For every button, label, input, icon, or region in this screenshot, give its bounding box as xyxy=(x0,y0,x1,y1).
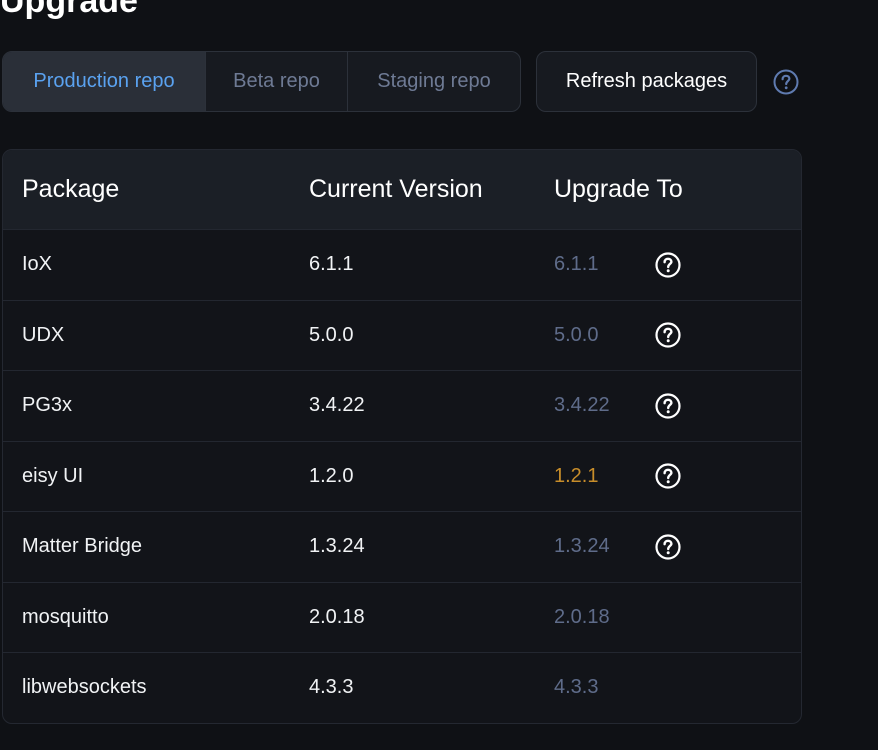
question-circle-icon[interactable] xyxy=(654,533,682,561)
package-name: UDX xyxy=(22,323,65,346)
upgrade-version: 2.0.18 xyxy=(554,605,610,628)
header-package: Package xyxy=(22,175,120,203)
upgrade-version: 3.4.22 xyxy=(554,394,610,417)
package-name: mosquitto xyxy=(22,605,109,628)
table-row: IoX 6.1.1 6.1.1 xyxy=(3,229,801,300)
upgrade-page: Upgrade Production repo Beta repo Stagin… xyxy=(0,0,878,750)
tab-beta-repo[interactable]: Beta repo xyxy=(206,52,348,111)
package-name: eisy UI xyxy=(22,464,84,487)
table-row: mosquitto 2.0.18 2.0.18 xyxy=(3,581,801,653)
question-circle-icon[interactable] xyxy=(772,68,800,96)
upgrade-version: 6.1.1 xyxy=(554,253,599,276)
table-row: libwebsockets 4.3.3 4.3.3 xyxy=(3,652,801,723)
toolbar: Production repo Beta repo Staging repo R… xyxy=(2,51,800,112)
current-version: 1.2.0 xyxy=(309,464,354,487)
tab-label: Staging repo xyxy=(377,70,491,92)
current-version: 3.4.22 xyxy=(309,394,365,417)
header-current-version: Current Version xyxy=(309,175,483,203)
table-row: PG3x 3.4.22 3.4.22 xyxy=(3,370,801,441)
tab-label: Production repo xyxy=(33,70,175,92)
package-name: libwebsockets xyxy=(22,676,147,699)
package-name: PG3x xyxy=(22,394,73,417)
table-body: IoX 6.1.1 6.1.1 UDX 5.0.0 5.0.0 PG3x 3.4.22 3.4.… xyxy=(3,229,801,723)
header-upgrade-to: Upgrade To xyxy=(554,175,683,203)
help-cell xyxy=(654,392,694,420)
tab-label: Beta repo xyxy=(233,70,320,92)
question-circle-icon[interactable] xyxy=(654,392,682,420)
current-version: 1.3.24 xyxy=(309,535,365,558)
current-version: 6.1.1 xyxy=(309,253,354,276)
refresh-packages-button[interactable]: Refresh packages xyxy=(536,51,757,112)
current-version: 4.3.3 xyxy=(309,676,354,699)
current-version: 2.0.18 xyxy=(309,605,365,628)
tab-staging-repo[interactable]: Staging repo xyxy=(348,52,520,111)
question-circle-icon[interactable] xyxy=(654,462,682,490)
question-circle-icon[interactable] xyxy=(654,251,682,279)
help-cell xyxy=(654,533,694,561)
question-circle-icon[interactable] xyxy=(654,321,682,349)
page-title: Upgrade xyxy=(0,0,138,20)
table-row: UDX 5.0.0 5.0.0 xyxy=(3,299,801,371)
help-cell xyxy=(654,251,694,279)
upgrade-version: 1.2.1 xyxy=(554,464,599,487)
repo-tabs: Production repo Beta repo Staging repo xyxy=(2,51,521,112)
upgrade-version: 5.0.0 xyxy=(554,323,599,346)
upgrade-version: 4.3.3 xyxy=(554,676,599,699)
current-version: 5.0.0 xyxy=(309,323,354,346)
table-header: Package Current Version Upgrade To xyxy=(3,150,801,229)
help-cell xyxy=(654,462,694,490)
upgrade-version: 1.3.24 xyxy=(554,535,610,558)
help-cell xyxy=(654,321,694,349)
table-row: eisy UI 1.2.0 1.2.1 xyxy=(3,440,801,512)
package-name: IoX xyxy=(22,253,53,276)
tab-production-repo[interactable]: Production repo xyxy=(3,52,206,111)
table-row: Matter Bridge 1.3.24 1.3.24 xyxy=(3,511,801,582)
packages-table: Package Current Version Upgrade To IoX 6.… xyxy=(2,149,802,724)
package-name: Matter Bridge xyxy=(22,535,143,558)
